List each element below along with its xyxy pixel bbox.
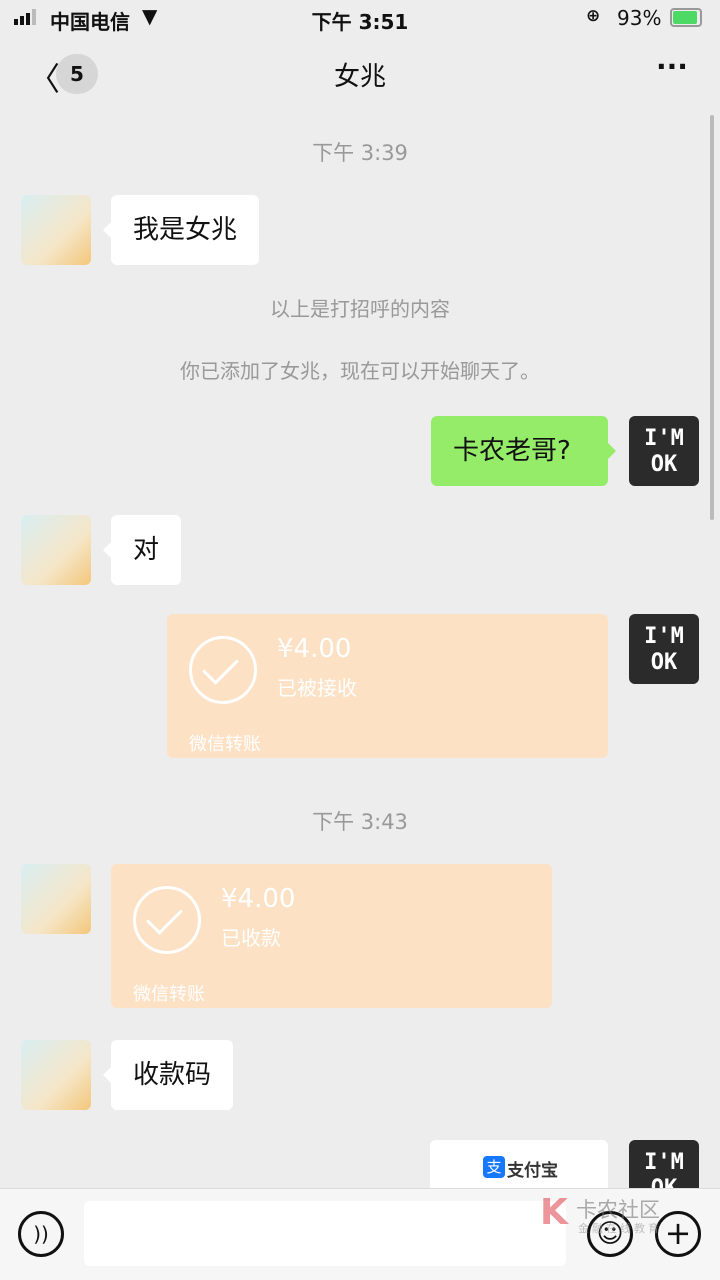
- system-message: 你已添加了女兆，现在可以开始聊天了。: [180, 359, 540, 383]
- self-avatar[interactable]: I'MOK: [629, 416, 699, 486]
- check-icon: [133, 886, 201, 954]
- contact-avatar[interactable]: [21, 1040, 91, 1110]
- battery-percent: 93%: [617, 6, 662, 30]
- avatar-text: I'MOK: [644, 426, 684, 477]
- check-icon: [189, 636, 257, 704]
- self-avatar[interactable]: I'MOK: [629, 614, 699, 684]
- transfer-footer: 微信转账: [133, 984, 205, 1005]
- watermark-subtitle: 金融在线教育: [578, 1222, 662, 1235]
- message-bubble: 对: [102, 515, 182, 585]
- transfer-amount: ¥4.00: [221, 884, 296, 914]
- transfer-amount: ¥4.00: [277, 634, 352, 664]
- transfer-card[interactable]: ¥4.00 已被接收 微信转账: [167, 614, 608, 758]
- contact-avatar[interactable]: [21, 864, 91, 934]
- more-icon[interactable]: ···: [656, 50, 688, 83]
- transfer-status: 已被接收: [277, 676, 357, 700]
- status-bar: 中国电信 ▼ 下午 3:51 ⊕ 93%: [0, 0, 720, 36]
- alipay-logo-icon: 支: [483, 1156, 505, 1178]
- message-bubble: 我是女兆: [102, 195, 260, 265]
- message-bubble: 收款码: [102, 1040, 234, 1110]
- nav-bar: 〈 5 女兆 ···: [0, 40, 720, 110]
- alipay-label: 支付宝: [507, 1161, 558, 1181]
- transfer-footer: 微信转账: [189, 734, 261, 755]
- chat-title: 女兆: [333, 62, 386, 92]
- timestamp: 下午 3:39: [312, 141, 408, 165]
- contact-avatar[interactable]: [21, 515, 91, 585]
- rotation-lock-icon: ⊕: [586, 6, 601, 26]
- avatar-text: I'MOK: [644, 624, 684, 675]
- transfer-card[interactable]: ¥4.00 已收款 微信转账: [111, 864, 552, 1008]
- contact-avatar[interactable]: [21, 195, 91, 265]
- system-message: 以上是打招呼的内容: [270, 297, 450, 321]
- timestamp: 下午 3:43: [312, 810, 408, 834]
- message-bubble-self: 卡农老哥?: [431, 416, 616, 486]
- message-input[interactable]: [84, 1201, 566, 1266]
- voice-icon[interactable]: )): [18, 1211, 64, 1257]
- battery-charging-icon: [670, 8, 702, 27]
- transfer-status: 已收款: [221, 926, 281, 950]
- clock: 下午 3:51: [311, 10, 409, 34]
